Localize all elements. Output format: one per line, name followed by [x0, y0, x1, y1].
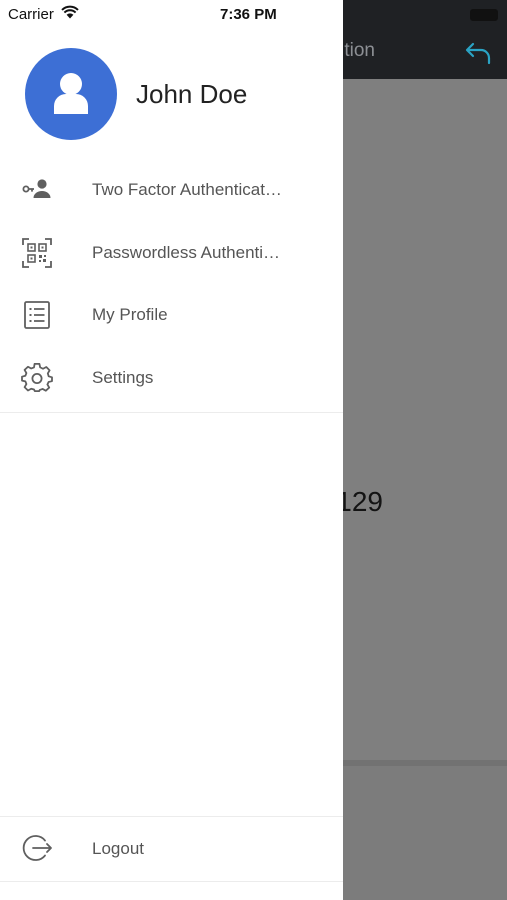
key-user-icon [22, 179, 51, 198]
menu-item-label: Two Factor Authentication [92, 180, 284, 199]
menu-item-my-profile[interactable]: My Profile [0, 283, 343, 346]
logout-icon [22, 835, 52, 861]
wifi-icon [61, 5, 79, 19]
qr-code-icon [22, 237, 52, 268]
status-time: 7:36 PM [220, 6, 277, 23]
logout-bottom-divider [0, 881, 343, 882]
user-name: John Doe [136, 79, 248, 109]
battery-icon [470, 9, 498, 21]
avatar[interactable] [25, 48, 117, 140]
back-arrow-icon[interactable] [464, 38, 494, 68]
list-document-icon [24, 301, 50, 329]
status-bar: Carrier 7:36 PM [0, 0, 343, 28]
side-drawer: Carrier 7:36 PM John Doe Two Factor Auth… [0, 0, 343, 900]
drawer-menu: Two Factor Authentication Passwordless A… [0, 158, 343, 408]
menu-item-two-factor-authentication[interactable]: Two Factor Authentication [0, 158, 343, 221]
menu-item-passwordless-authentication[interactable]: Passwordless Authentication [0, 221, 343, 284]
person-icon [54, 73, 88, 114]
gear-icon [21, 362, 53, 392]
menu-item-label: My Profile [92, 305, 168, 324]
menu-item-label: Passwordless Authentication [92, 242, 284, 262]
logout-button[interactable]: Logout [0, 817, 343, 881]
menu-item-label: Settings [92, 367, 154, 387]
logout-label: Logout [92, 839, 144, 858]
menu-divider [0, 412, 343, 413]
profile-header[interactable]: John Doe [0, 48, 343, 140]
carrier-label: Carrier [8, 6, 54, 23]
menu-item-settings[interactable]: Settings [0, 346, 343, 409]
